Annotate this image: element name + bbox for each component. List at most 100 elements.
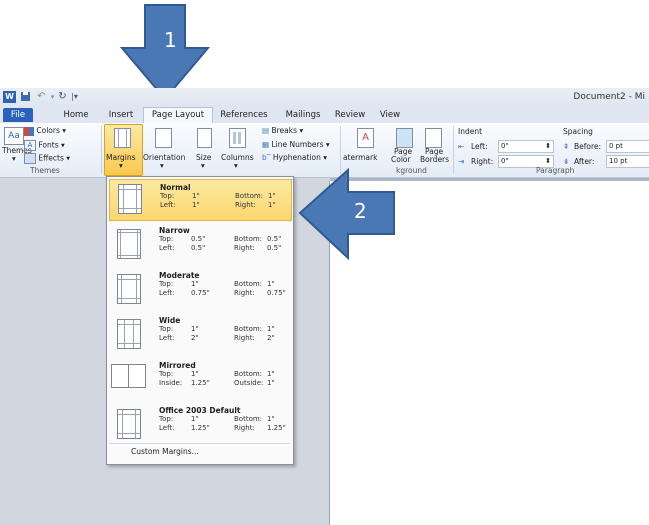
- page-color-icon[interactable]: [396, 128, 413, 148]
- margins-option-title: Wide: [159, 316, 181, 325]
- margins-dropdown-icon[interactable]: ▾: [119, 161, 123, 170]
- annotation-step-1: 1: [164, 28, 177, 52]
- annotation-arrow-2: [298, 167, 395, 261]
- save-icon[interactable]: [19, 91, 32, 103]
- margins-label: Bottom:: [234, 280, 263, 288]
- margins-label: Bottom:: [234, 415, 263, 423]
- indent-left-value: 0": [501, 142, 509, 150]
- margins-value: 1": [191, 370, 199, 378]
- indent-header: Indent: [458, 127, 483, 136]
- fonts-label: Fonts: [38, 140, 59, 150]
- spacing-after-input[interactable]: 10 pt: [606, 155, 649, 168]
- margins-option-moderate[interactable]: Moderate Top: 1" Bottom: 1" Left: 0.75" …: [109, 268, 290, 313]
- title-bar: W ↶ ▾ ↻ |▾ Document2 - Mi: [0, 88, 649, 108]
- indent-left-input[interactable]: 0" ⬍: [498, 140, 554, 153]
- margins-label: Right:: [234, 244, 255, 252]
- margins-value: 1": [267, 379, 275, 387]
- spacing-before-input[interactable]: 0 pt: [606, 140, 649, 153]
- margins-normal-thumbnail-icon: [118, 184, 142, 214]
- margins-label: Top:: [159, 325, 174, 333]
- margins-value: 0.5": [267, 244, 282, 252]
- hyphenation-label: Hyphenation: [272, 153, 321, 162]
- page-borders-button[interactable]: Borders: [420, 155, 449, 164]
- themes-icon[interactable]: Aa: [4, 127, 24, 145]
- margins-value: 1": [267, 325, 275, 333]
- menu-divider: [109, 443, 290, 444]
- margins-option-title: Mirrored: [159, 361, 196, 370]
- margins-value: 1": [268, 201, 276, 209]
- margins-option-mirrored[interactable]: Mirrored Top: 1" Bottom: 1" Inside: 1.25…: [109, 358, 290, 403]
- margins-option-normal[interactable]: Normal Top: 1" Bottom: 1" Left: 1" Right…: [109, 179, 292, 221]
- margins-label: Top:: [159, 415, 174, 423]
- margins-label: Inside:: [159, 379, 183, 387]
- indent-right-label: Right:: [471, 157, 494, 166]
- margins-value: 1.25": [267, 424, 286, 432]
- tab-page-layout[interactable]: Page Layout: [143, 107, 213, 124]
- margins-option-title: Office 2003 Default: [159, 406, 241, 415]
- tab-home[interactable]: Home: [56, 108, 96, 122]
- indent-left-spinner-icon[interactable]: ⬍: [545, 141, 551, 152]
- page-borders-icon[interactable]: [425, 128, 442, 148]
- margins-value: 1.25": [191, 424, 210, 432]
- margins-label: Top:: [159, 280, 174, 288]
- indent-left-icon: ⇤: [458, 142, 465, 151]
- margins-label: Left:: [159, 424, 175, 432]
- orientation-dropdown-icon[interactable]: ▾: [160, 161, 164, 170]
- margins-value: 0.5": [191, 235, 206, 243]
- tab-review[interactable]: Review: [331, 108, 369, 122]
- tab-view[interactable]: View: [374, 108, 406, 122]
- margins-option-title: Narrow: [159, 226, 190, 235]
- margins-value: 1": [192, 201, 200, 209]
- page-color-button[interactable]: Color: [391, 155, 411, 164]
- themes-group-label: Themes: [30, 166, 60, 175]
- colors-button[interactable]: Colors ▾: [24, 126, 66, 136]
- margins-value: 2": [267, 334, 275, 342]
- spacing-header: Spacing: [563, 127, 593, 136]
- custom-margins-menu-item[interactable]: Custom Margins...: [131, 447, 199, 456]
- margins-option-title: Normal: [160, 183, 191, 192]
- margins-narrow-thumbnail-icon: [117, 229, 141, 259]
- margins-value: 1": [267, 280, 275, 288]
- tab-mailings[interactable]: Mailings: [280, 108, 326, 122]
- themes-dropdown-icon[interactable]: ▾: [12, 154, 16, 163]
- hyphenation-button[interactable]: b‾ Hyphenation ▾: [262, 153, 327, 162]
- colors-label: Colors: [36, 126, 60, 135]
- margins-value: 2": [191, 334, 199, 342]
- page-background-group-label: kground: [396, 166, 427, 175]
- effects-label: Effects: [38, 153, 64, 163]
- margins-option-wide[interactable]: Wide Top: 1" Bottom: 1" Left: 2" Right: …: [109, 313, 290, 358]
- effects-button[interactable]: Effects ▾: [24, 153, 70, 164]
- columns-dropdown-icon[interactable]: ▾: [234, 161, 238, 170]
- margins-menu: Normal Top: 1" Bottom: 1" Left: 1" Right…: [106, 176, 294, 465]
- margins-option-office-2003-default[interactable]: Office 2003 Default Top: 1" Bottom: 1" L…: [109, 403, 290, 448]
- spacing-before-label: Before:: [574, 142, 602, 151]
- breaks-button[interactable]: ▤ Breaks ▾: [262, 126, 303, 135]
- margins-label: Bottom:: [234, 370, 263, 378]
- effects-icon: [24, 153, 36, 164]
- watermark-button[interactable]: atermark: [343, 153, 377, 162]
- margins-option-narrow[interactable]: Narrow Top: 0.5" Bottom: 0.5" Left: 0.5"…: [109, 223, 290, 268]
- customize-toolbar-icon[interactable]: |▾: [68, 91, 81, 103]
- fonts-icon: A: [24, 140, 36, 151]
- line-numbers-button[interactable]: ▦ Line Numbers ▾: [262, 140, 330, 149]
- margins-icon[interactable]: [114, 128, 131, 148]
- margins-value: 1": [268, 192, 276, 200]
- margins-moderate-thumbnail-icon: [117, 274, 141, 304]
- orientation-button[interactable]: Orientation: [143, 153, 185, 162]
- indent-left-label: Left:: [471, 142, 488, 151]
- word-logo-icon: W: [3, 91, 16, 103]
- tab-file[interactable]: File: [3, 108, 33, 122]
- tab-references[interactable]: References: [216, 108, 272, 122]
- spacing-before-icon: ⇞: [563, 142, 570, 151]
- margins-value: 1.25": [191, 379, 210, 387]
- size-dropdown-icon[interactable]: ▾: [201, 161, 205, 170]
- annotation-step-2: 2: [354, 199, 367, 223]
- size-icon[interactable]: [197, 128, 212, 148]
- orientation-icon[interactable]: [155, 128, 172, 148]
- tab-insert[interactable]: Insert: [104, 108, 138, 122]
- paragraph-group-label: Paragraph: [536, 166, 575, 175]
- columns-icon[interactable]: [229, 128, 246, 148]
- watermark-icon[interactable]: A: [357, 128, 374, 148]
- line-numbers-label: Line Numbers: [271, 140, 324, 149]
- fonts-button[interactable]: A Fonts ▾: [24, 140, 65, 151]
